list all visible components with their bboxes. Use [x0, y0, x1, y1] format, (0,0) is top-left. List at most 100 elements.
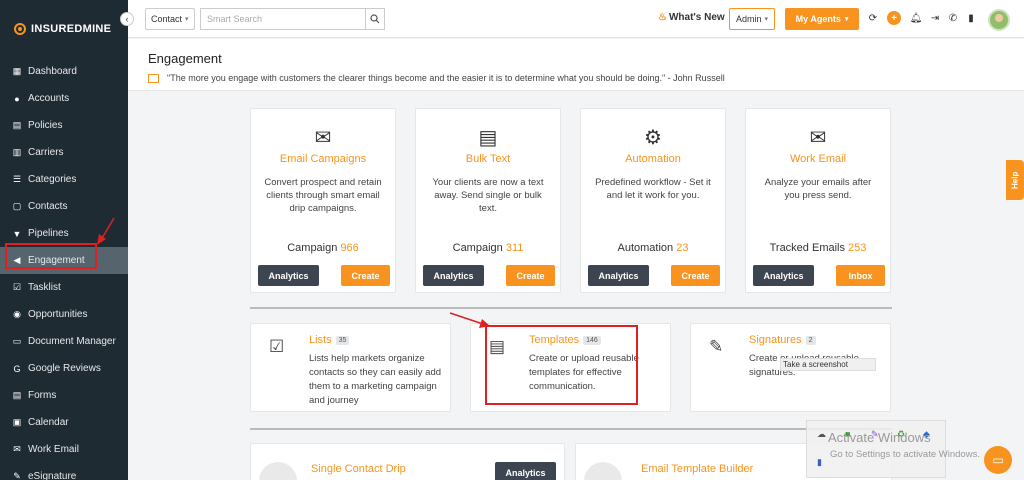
sidebar-item-label: Work Email: [28, 444, 79, 455]
chat-button[interactable]: ▭: [984, 446, 1012, 474]
stat-value: 253: [848, 242, 867, 254]
section-divider: [250, 307, 892, 309]
chat-bubble-icon: ▤: [478, 127, 498, 149]
sidebar-nav: ▦ Dashboard ● Accounts ▤ Policies ▥ Carriers…: [0, 58, 128, 480]
card-title[interactable]: Signatures 2: [749, 334, 816, 346]
sidebar-item-work-email[interactable]: ✉ Work Email: [0, 436, 128, 463]
sidebar-item-document-manager[interactable]: ▭ Document Manager: [0, 328, 128, 355]
clipboard-icon[interactable]: ▮: [964, 11, 978, 25]
accounts-icon: ●: [14, 93, 20, 104]
sidebar-item-carriers[interactable]: ▥ Carriers: [0, 139, 128, 166]
card-title[interactable]: Automation: [581, 153, 725, 165]
automation-card: ⚙ Automation Predefined workflow - Set i…: [580, 108, 726, 293]
card-title[interactable]: Single Contact Drip: [311, 463, 406, 475]
admin-select[interactable]: Admin ▾: [729, 8, 775, 30]
card-stat: Automation 23: [581, 242, 725, 254]
card-title[interactable]: Bulk Text: [416, 153, 560, 165]
collapse-sidebar-button[interactable]: ‹: [120, 12, 134, 26]
dashboard-icon: ▦: [12, 66, 22, 76]
section-divider: [250, 428, 892, 430]
signature-doc-icon: ✎: [709, 337, 724, 356]
email-campaign-icon: ✉: [314, 127, 332, 149]
create-button[interactable]: Create: [341, 265, 390, 286]
calendar-icon: ▣: [12, 417, 22, 427]
card-description: Lists help markets organize contacts so …: [309, 353, 442, 406]
stat-label: Tracked Emails: [769, 242, 845, 254]
sidebar-item-label: Document Manager: [28, 336, 116, 347]
contact-type-select[interactable]: Contact ▾: [145, 8, 195, 30]
card-description: Convert prospect and retain clients thro…: [264, 177, 382, 214]
analytics-button[interactable]: Analytics: [258, 265, 319, 286]
create-button[interactable]: Create: [506, 265, 555, 286]
bell-icon[interactable]: 🔔︎: [909, 11, 923, 25]
builder-icon: [584, 462, 622, 480]
sidebar-item-tasklist[interactable]: ☑ Tasklist: [0, 274, 128, 301]
stat-label: Automation: [617, 242, 674, 254]
categories-icon: ☰: [12, 174, 22, 184]
sidebar-item-calendar[interactable]: ▣ Calendar: [0, 409, 128, 436]
inbox-button[interactable]: Inbox: [836, 265, 885, 286]
sidebar-item-contacts[interactable]: ▢ Contacts: [0, 193, 128, 220]
sidebar-item-label: Calendar: [28, 417, 69, 428]
phone-icon[interactable]: ✆: [946, 11, 960, 25]
logout-icon[interactable]: ⇥: [928, 11, 942, 25]
card-title[interactable]: Email Template Builder: [641, 463, 753, 475]
sidebar-item-esignature[interactable]: ✎ eSignature: [0, 463, 128, 480]
sidebar-item-accounts[interactable]: ● Accounts: [0, 85, 128, 112]
single-contact-drip-card[interactable]: Single Contact Drip Analytics: [250, 443, 565, 480]
page-title: Engagement: [148, 51, 222, 66]
annotation-highlight-templates: [485, 325, 638, 405]
card-description: Your clients are now a text away. Send s…: [432, 177, 544, 214]
lists-card[interactable]: ☑ Lists 35 Lists help markets organize co…: [250, 323, 451, 412]
sidebar-item-label: Pipelines: [28, 228, 69, 239]
card-title-text: Lists: [309, 334, 332, 346]
card-title[interactable]: Work Email: [746, 153, 890, 165]
help-tab[interactable]: Help: [1006, 160, 1024, 200]
sidebar-item-opportunities[interactable]: ◉ Opportunities: [0, 301, 128, 328]
analytics-button[interactable]: Analytics: [423, 265, 484, 286]
sidebar-item-label: Carriers: [28, 147, 64, 158]
stat-value: 311: [505, 242, 524, 254]
analytics-button[interactable]: Analytics: [753, 265, 814, 286]
whats-new-link[interactable]: ♨ What's New: [658, 12, 725, 23]
chat-icon: ▭: [992, 453, 1004, 467]
sidebar-item-forms[interactable]: ▤ Forms: [0, 382, 128, 409]
email-campaigns-card: ✉ Email Campaigns Convert prospect and r…: [250, 108, 396, 293]
analytics-button[interactable]: Analytics: [495, 462, 556, 480]
work-email-card: ✉ Work Email Analyze your emails after y…: [745, 108, 891, 293]
count-badge: 35: [335, 335, 350, 345]
my-agents-button[interactable]: My Agents ▾: [785, 8, 859, 30]
sidebar-item-label: Dashboard: [28, 66, 77, 77]
logo-text: INSUREDMINE: [31, 23, 112, 35]
activate-windows-subtitle: Go to Settings to activate Windows.: [830, 449, 980, 460]
card-title[interactable]: Lists 35: [309, 334, 350, 346]
analytics-button[interactable]: Analytics: [588, 265, 649, 286]
avatar[interactable]: [988, 9, 1010, 31]
teams-icon: ▮: [817, 457, 822, 467]
cloud-icon: ☁: [817, 429, 826, 439]
engagement-quote: "The more you engage with customers the …: [148, 73, 725, 83]
logo-mark-icon: [14, 23, 26, 35]
envelope-icon: [148, 73, 159, 83]
search-button[interactable]: [365, 8, 385, 30]
refresh-icon[interactable]: ⟳: [866, 11, 880, 25]
card-title[interactable]: Email Campaigns: [251, 153, 395, 165]
my-agents-label: My Agents: [795, 14, 841, 24]
card-title-text: Signatures: [749, 334, 802, 346]
contacts-icon: ▢: [12, 201, 22, 211]
email-icon: ✉: [13, 444, 21, 454]
sidebar-item-categories[interactable]: ☰ Categories: [0, 166, 128, 193]
create-button[interactable]: Create: [671, 265, 720, 286]
sidebar-item-dashboard[interactable]: ▦ Dashboard: [0, 58, 128, 85]
smart-search-input[interactable]: [200, 8, 365, 30]
stat-label: Campaign: [452, 242, 503, 254]
sidebar-item-policies[interactable]: ▤ Policies: [0, 112, 128, 139]
app-logo[interactable]: INSUREDMINE: [0, 0, 128, 58]
signature-icon: ✎: [13, 471, 21, 480]
chevron-left-icon: ‹: [125, 14, 129, 24]
workflow-icon: ⚙: [644, 127, 662, 149]
quote-text: "The more you engage with customers the …: [167, 73, 725, 83]
opportunities-icon: ◉: [13, 309, 21, 319]
sidebar-item-google-reviews[interactable]: G Google Reviews: [0, 355, 128, 382]
add-icon[interactable]: +: [887, 11, 901, 25]
